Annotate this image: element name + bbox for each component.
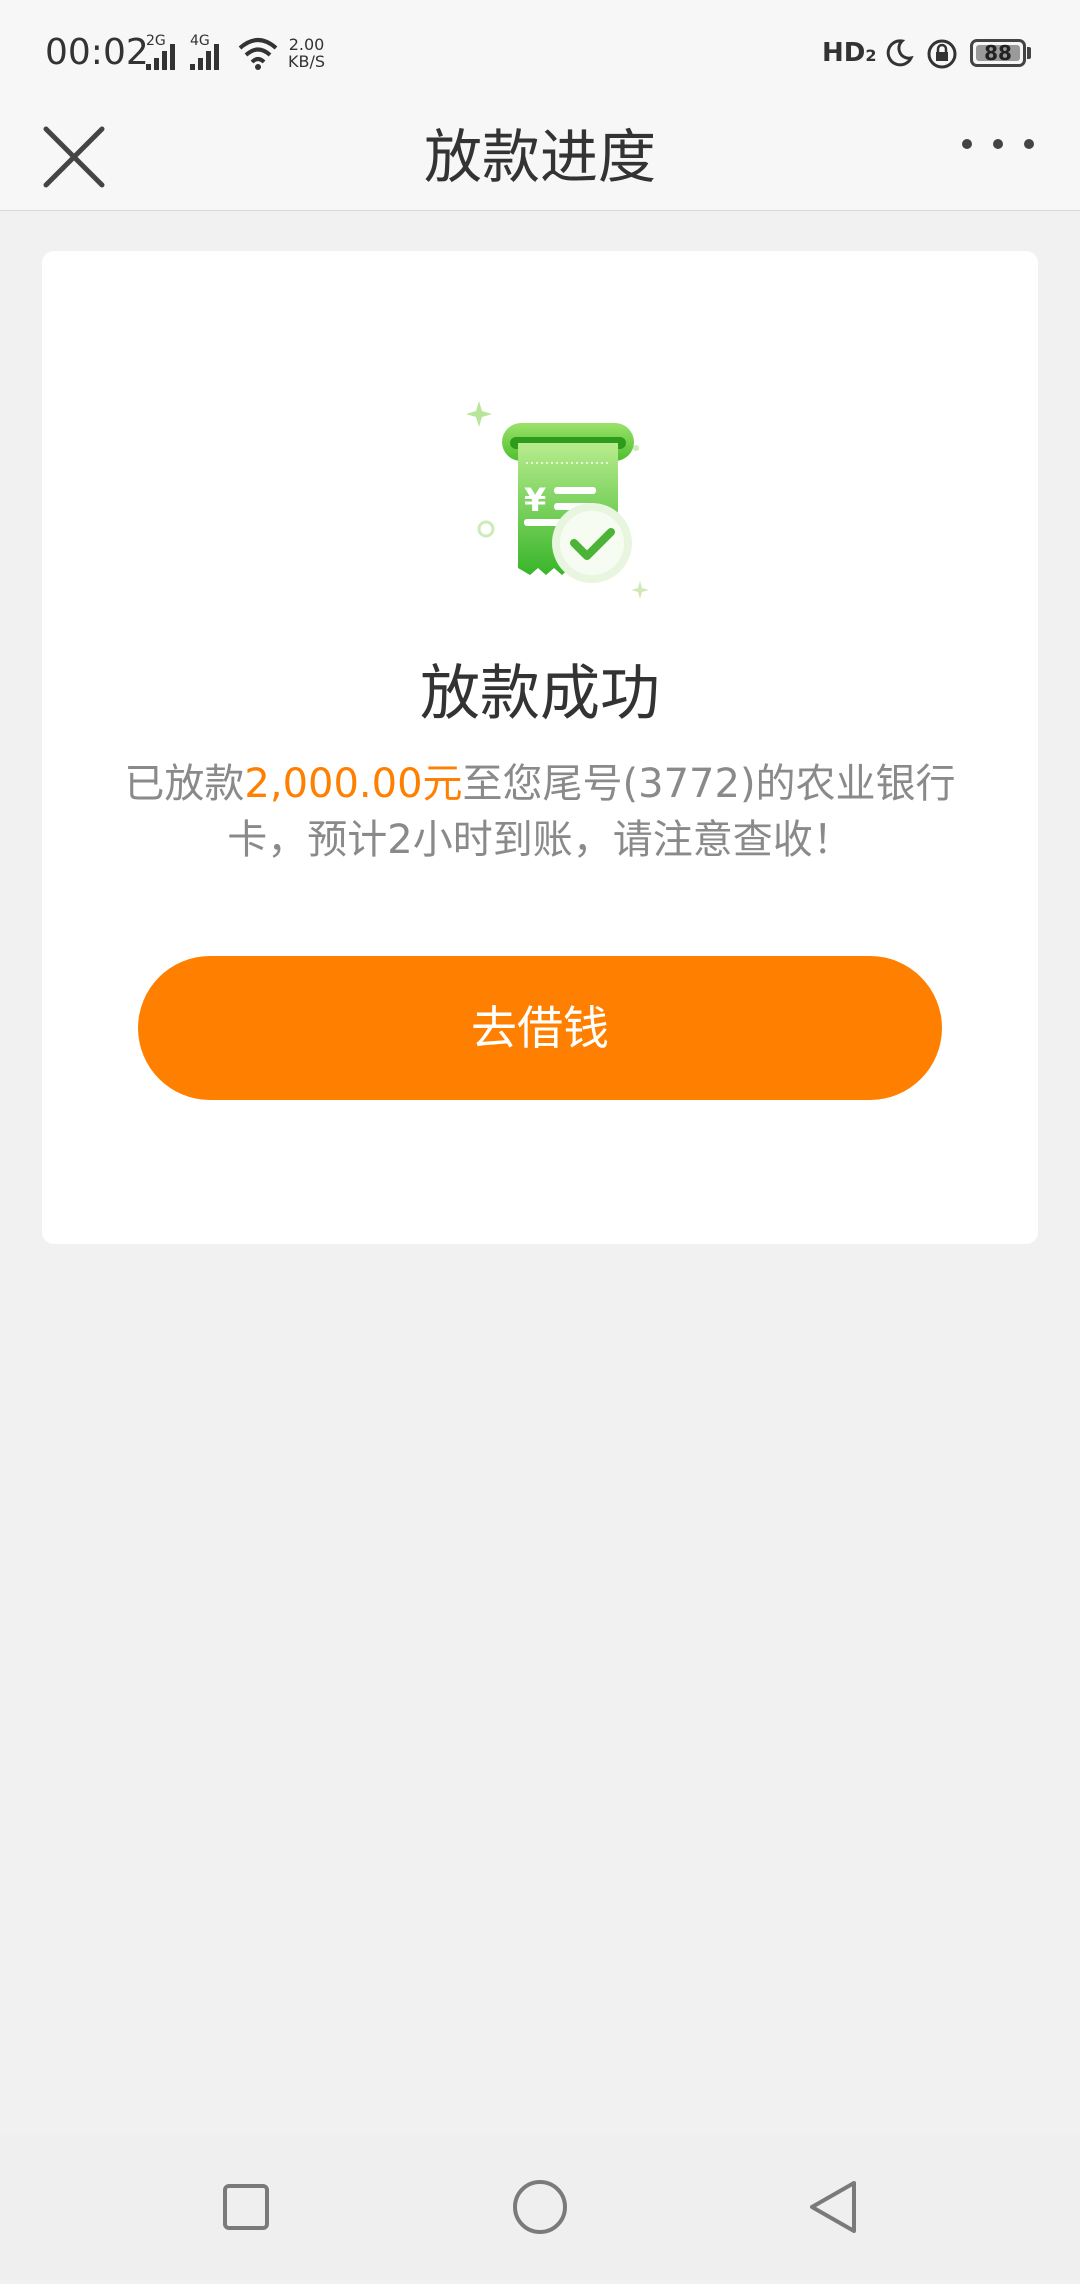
network-speed: 2.00 KB/S	[288, 36, 325, 70]
desc-prefix: 已放款	[124, 761, 245, 807]
nav-header: 放款进度	[0, 105, 1080, 211]
status-bar: 00:02 2G 4G 2.00 KB/S HD2 88	[0, 0, 1080, 105]
signal-2g-icon	[146, 44, 175, 70]
signal-4g-icon	[190, 44, 219, 70]
page-title: 放款进度	[423, 123, 656, 191]
speed-unit: KB/S	[288, 52, 326, 71]
success-title: 放款成功	[420, 659, 660, 729]
hd-label: HD	[822, 38, 866, 68]
result-card: ¥ 放款成功 已放款2,000.00元至您尾号(3772)的农业银行卡，预计2小…	[42, 251, 1038, 1244]
recent-apps-button[interactable]	[166, 2135, 326, 2280]
hd-indicator: HD2	[822, 38, 876, 68]
hd-sub: 2	[865, 46, 877, 65]
speed-value: 2.00	[288, 35, 325, 54]
loan-description: 已放款2,000.00元至您尾号(3772)的农业银行卡，预计2小时到账，请注意…	[122, 756, 958, 868]
more-icon	[962, 139, 1034, 149]
svg-text:¥: ¥	[524, 481, 546, 519]
square-icon	[223, 2184, 269, 2230]
borrow-button[interactable]: 去借钱	[138, 956, 942, 1100]
back-button[interactable]	[754, 2135, 914, 2280]
system-nav-bar	[0, 2135, 1080, 2280]
moon-icon	[886, 39, 914, 67]
battery-level: 88	[984, 41, 1012, 65]
more-button[interactable]	[955, 105, 1045, 210]
receipt-success-icon: ¥	[466, 401, 649, 599]
battery-icon: 88	[970, 39, 1026, 67]
battery-tip	[1027, 47, 1031, 59]
home-button[interactable]	[460, 2135, 620, 2280]
loan-amount: 2,000.00元	[244, 761, 463, 807]
rotation-lock-icon	[927, 39, 957, 69]
triangle-back-icon	[810, 2181, 856, 2233]
status-time: 00:02	[45, 32, 149, 73]
circle-icon	[513, 2180, 567, 2234]
wifi-icon	[238, 38, 278, 70]
